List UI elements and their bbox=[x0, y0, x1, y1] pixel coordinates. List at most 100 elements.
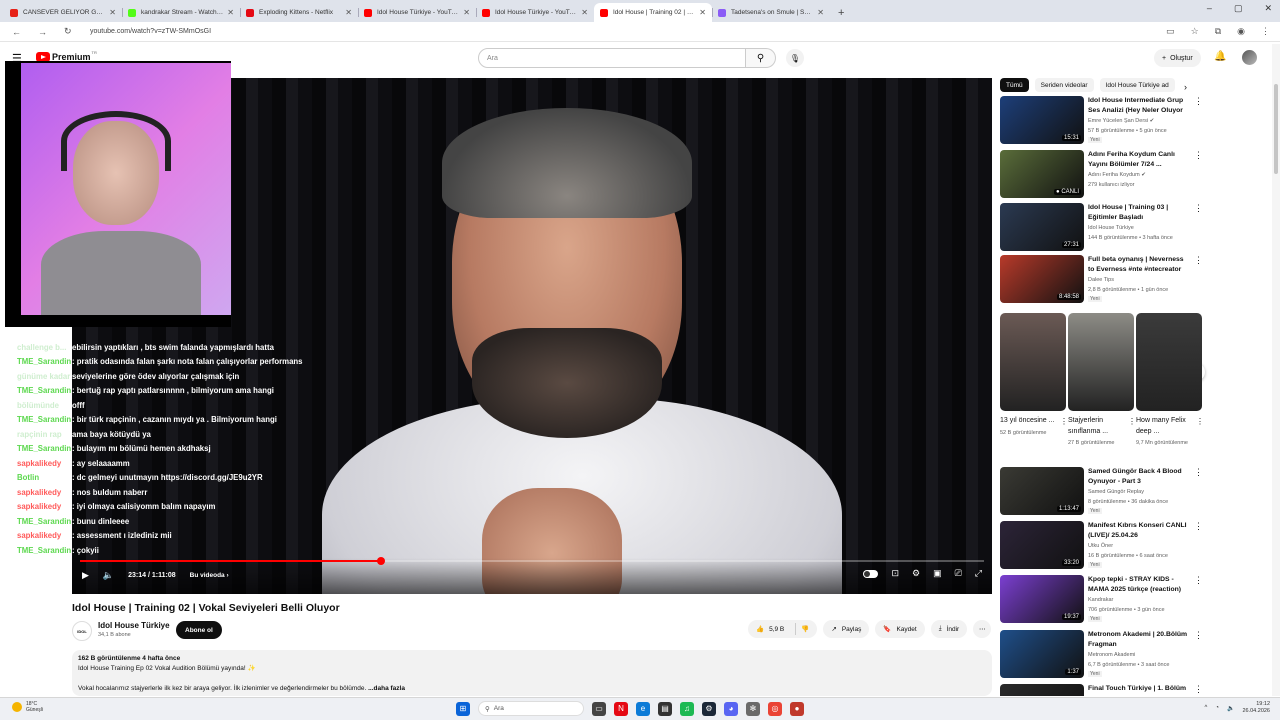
back-icon[interactable]: ← bbox=[12, 27, 26, 37]
filter-chip[interactable]: Seriden videolar bbox=[1034, 78, 1094, 92]
close-window-button[interactable]: ✕ bbox=[1264, 3, 1272, 14]
filter-chip[interactable]: Tümü bbox=[1000, 78, 1029, 92]
more-vert-icon[interactable]: ⋮ bbox=[1194, 150, 1203, 161]
recommended-video[interactable]: ● CANLI Adını Feriha Koydum Canlı Yayını … bbox=[1000, 150, 1203, 200]
share-button[interactable]: ↗ Paylaş bbox=[823, 620, 870, 638]
more-vert-icon[interactable]: ⋮ bbox=[1194, 684, 1200, 695]
reload-icon[interactable]: ↻ bbox=[64, 26, 78, 37]
video-thumbnail[interactable]: 8:48:58 bbox=[1000, 255, 1084, 303]
recommended-video[interactable]: 33:20 Manifest Kıbrıs Konseri CANLI (LIVE… bbox=[1000, 521, 1203, 571]
short-thumbnail[interactable] bbox=[1068, 313, 1134, 411]
rec-channel[interactable]: Utku Öner bbox=[1088, 543, 1113, 549]
network-icon[interactable]: ◔ bbox=[1215, 705, 1219, 711]
video-thumbnail[interactable] bbox=[1000, 684, 1084, 696]
more-vert-icon[interactable]: ⋮ bbox=[1194, 630, 1203, 641]
autoplay-toggle[interactable] bbox=[863, 569, 879, 578]
cast-icon[interactable]: ⎚ bbox=[955, 568, 962, 579]
tab-close-icon[interactable]: ✕ bbox=[817, 8, 824, 17]
browser-tab[interactable]: kandrakar Stream - Watch Live ✕ bbox=[122, 3, 240, 22]
browser-tab[interactable]: Tadetsena's on Smule | Smule S✕ bbox=[712, 3, 830, 22]
subtitles-icon[interactable]: ⊡ bbox=[891, 568, 899, 579]
browser-tab[interactable]: Exploding Kittens - Netflix ✕ bbox=[240, 3, 358, 22]
browser-tab[interactable]: Idol House | Training 02 | Vokal ✕ bbox=[594, 3, 712, 22]
more-vert-icon[interactable]: ⋮ bbox=[1128, 417, 1136, 426]
rec-channel[interactable]: Dalee Tips bbox=[1088, 277, 1114, 283]
rec-title[interactable]: Idol House Intermediate Grup Ses Analizi… bbox=[1088, 96, 1188, 116]
notifications-bell-icon[interactable]: 🔔 bbox=[1214, 51, 1226, 62]
rec-title[interactable]: Samed Güngör Back 4 Blood Oynuyor - Part… bbox=[1088, 467, 1188, 487]
discord-icon[interactable]: ◕ bbox=[724, 701, 738, 716]
video-thumbnail[interactable]: 19:37 bbox=[1000, 575, 1084, 623]
video-thumbnail[interactable]: 1:37 bbox=[1000, 630, 1084, 678]
video-thumbnail[interactable]: 33:20 bbox=[1000, 521, 1084, 569]
account-avatar[interactable] bbox=[1242, 50, 1257, 65]
start-icon[interactable]: ⊞ bbox=[456, 701, 470, 716]
browser-tab[interactable]: CANSEVER GELIYOR GELIYOR !!✕ bbox=[4, 3, 122, 22]
rec-channel[interactable]: Idol House Türkiye bbox=[1088, 225, 1134, 231]
netflix-icon[interactable]: N bbox=[614, 701, 628, 716]
rec-channel[interactable]: Metronom Akademi bbox=[1088, 652, 1135, 658]
browser-menu-icon[interactable]: ⋮ bbox=[1261, 26, 1270, 37]
subscribe-button[interactable]: Abone ol bbox=[176, 621, 222, 639]
search-button[interactable]: ⚲ bbox=[746, 48, 776, 68]
page-scrollbar[interactable] bbox=[1272, 44, 1280, 696]
maximize-button[interactable]: ▢ bbox=[1234, 3, 1243, 14]
rec-title[interactable]: Kpop tepki - STRAY KIDS - MAMA 2025 türk… bbox=[1088, 575, 1188, 595]
task-view-icon[interactable]: ▭ bbox=[592, 701, 606, 716]
search-input[interactable]: Ara bbox=[478, 48, 746, 68]
chrome-icon[interactable]: ◎ bbox=[768, 701, 782, 716]
tray-chevron-icon[interactable]: ^ bbox=[1205, 705, 1208, 711]
description-box[interactable]: 162 B görüntülenme 4 hafta önce Idol Hou… bbox=[72, 650, 992, 696]
bookmark-star-icon[interactable]: ☆ bbox=[1191, 26, 1199, 37]
more-vert-icon[interactable]: ⋮ bbox=[1194, 521, 1203, 532]
more-vert-icon[interactable]: ⋮ bbox=[1194, 203, 1203, 214]
fullscreen-icon[interactable]: ⤢ bbox=[975, 568, 982, 579]
tab-close-icon[interactable]: ✕ bbox=[227, 8, 234, 17]
video-thumbnail[interactable]: 27:31 bbox=[1000, 203, 1084, 251]
more-vert-icon[interactable]: ⋮ bbox=[1194, 467, 1203, 478]
like-button[interactable]: 👍 5,9 B 👎 bbox=[748, 620, 818, 638]
thumbs-down-icon[interactable]: 👎 bbox=[801, 625, 809, 633]
chapter-button[interactable]: Bu videoda › bbox=[190, 572, 229, 579]
taskbar-search[interactable]: ⚲ Ara bbox=[478, 701, 584, 716]
tab-close-icon[interactable]: ✕ bbox=[463, 8, 470, 17]
video-thumbnail[interactable]: 1:13:47 bbox=[1000, 467, 1084, 515]
weather-widget[interactable]: 18°C Güneşli bbox=[12, 701, 43, 713]
forward-icon[interactable]: → bbox=[38, 27, 52, 37]
tab-close-icon[interactable]: ✕ bbox=[109, 8, 116, 17]
recommended-video[interactable]: 8:48:58 Full beta oynanış | Neverness to … bbox=[1000, 255, 1203, 305]
video-thumbnail[interactable]: 15:31 bbox=[1000, 96, 1084, 144]
rec-title[interactable]: Final Touch Türkiye | 1. Bölüm : bbox=[1088, 684, 1188, 696]
more-actions-button[interactable]: ⋯ bbox=[973, 620, 992, 638]
minimize-button[interactable]: – bbox=[1207, 3, 1212, 14]
spotify-icon[interactable]: ♫ bbox=[680, 701, 694, 716]
more-vert-icon[interactable]: ⋮ bbox=[1194, 255, 1203, 266]
miniplayer-icon[interactable]: ▣ bbox=[933, 568, 942, 579]
show-more-link[interactable]: ...daha fazla bbox=[368, 685, 405, 692]
save-button[interactable]: 🔖 Kaydet bbox=[875, 620, 925, 638]
steam-icon[interactable]: ⚙ bbox=[702, 701, 716, 716]
volume-icon[interactable]: 🔈 bbox=[1227, 705, 1234, 712]
rec-channel[interactable]: Samed Güngör Replay bbox=[1088, 489, 1144, 495]
channel-name[interactable]: Idol House Türkiye bbox=[98, 621, 170, 630]
voice-search-button[interactable]: 🎙 bbox=[786, 49, 804, 67]
create-button[interactable]: + Oluştur bbox=[1154, 49, 1201, 67]
rec-title[interactable]: Metronom Akademi | 20.Bölüm Fragman bbox=[1088, 630, 1188, 650]
system-clock[interactable]: 19:12 26.04.2026 bbox=[1242, 701, 1270, 715]
browser-tab[interactable]: Idol House Türkiye - YouTube ✕ bbox=[476, 3, 594, 22]
recommended-video[interactable]: Final Touch Türkiye | 1. Bölüm : ⋮ bbox=[1000, 684, 1200, 696]
tab-close-icon[interactable]: ✕ bbox=[699, 8, 706, 17]
cast-icon[interactable]: ▭ bbox=[1166, 26, 1175, 37]
download-button[interactable]: ⤓ İndir bbox=[930, 620, 968, 638]
more-vert-icon[interactable]: ⋮ bbox=[1060, 417, 1068, 426]
app-icon[interactable]: ● bbox=[790, 701, 804, 716]
browser-tab[interactable]: Idol House Türkiye - YouTube ✕ bbox=[358, 3, 476, 22]
edge-icon[interactable]: e bbox=[636, 701, 650, 716]
channel-avatar[interactable]: IDOL bbox=[72, 621, 92, 641]
rec-title[interactable]: Adını Feriha Koydum Canlı Yayını Bölümle… bbox=[1088, 150, 1188, 170]
rec-channel[interactable]: Emre Yücelen Şan Dersi ✔ bbox=[1088, 118, 1154, 124]
chevron-right-icon[interactable]: › bbox=[1184, 82, 1187, 92]
recommended-video[interactable]: 27:31 Idol House | Training 03 | Eğitimle… bbox=[1000, 203, 1203, 253]
new-tab-button[interactable]: + bbox=[830, 3, 852, 22]
progress-bar[interactable] bbox=[80, 557, 984, 565]
